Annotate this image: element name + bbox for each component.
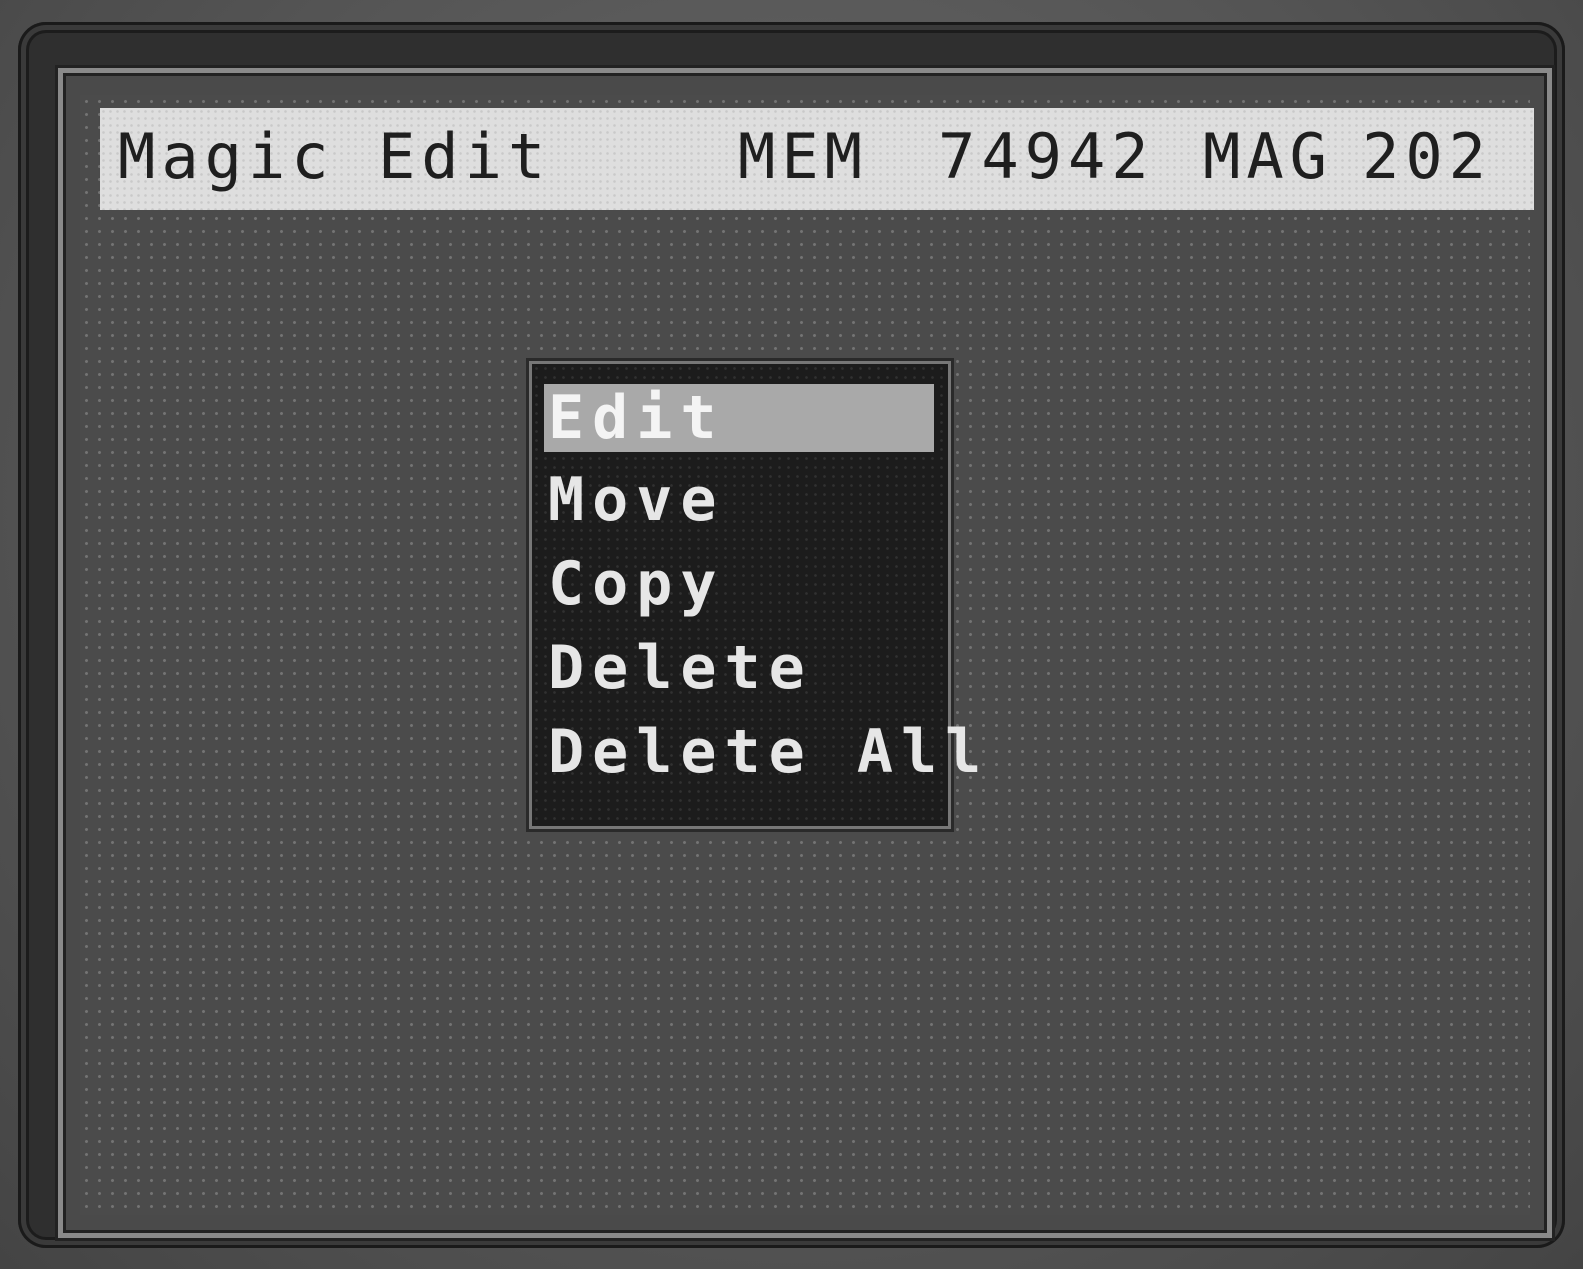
menu-item-edit[interactable]: Edit [544, 384, 934, 452]
memory-label: MEM [738, 120, 868, 193]
menu-item-move[interactable]: Move [544, 466, 934, 534]
edit-popup-menu: Edit Move Copy Delete Delete All [532, 364, 981, 826]
title-bar: Magic Edit MEM 74942 MAG 202 [100, 108, 1534, 210]
menu-item-copy[interactable]: Copy [544, 550, 934, 618]
menu-item-delete-all[interactable]: Delete All [544, 718, 981, 786]
menu-item-delete[interactable]: Delete [544, 634, 934, 702]
magnification-label: MAG [1203, 120, 1333, 193]
memory-value: 74942 [938, 120, 1155, 193]
magnification-value: 202 [1362, 120, 1492, 193]
app-title: Magic Edit [118, 120, 552, 193]
